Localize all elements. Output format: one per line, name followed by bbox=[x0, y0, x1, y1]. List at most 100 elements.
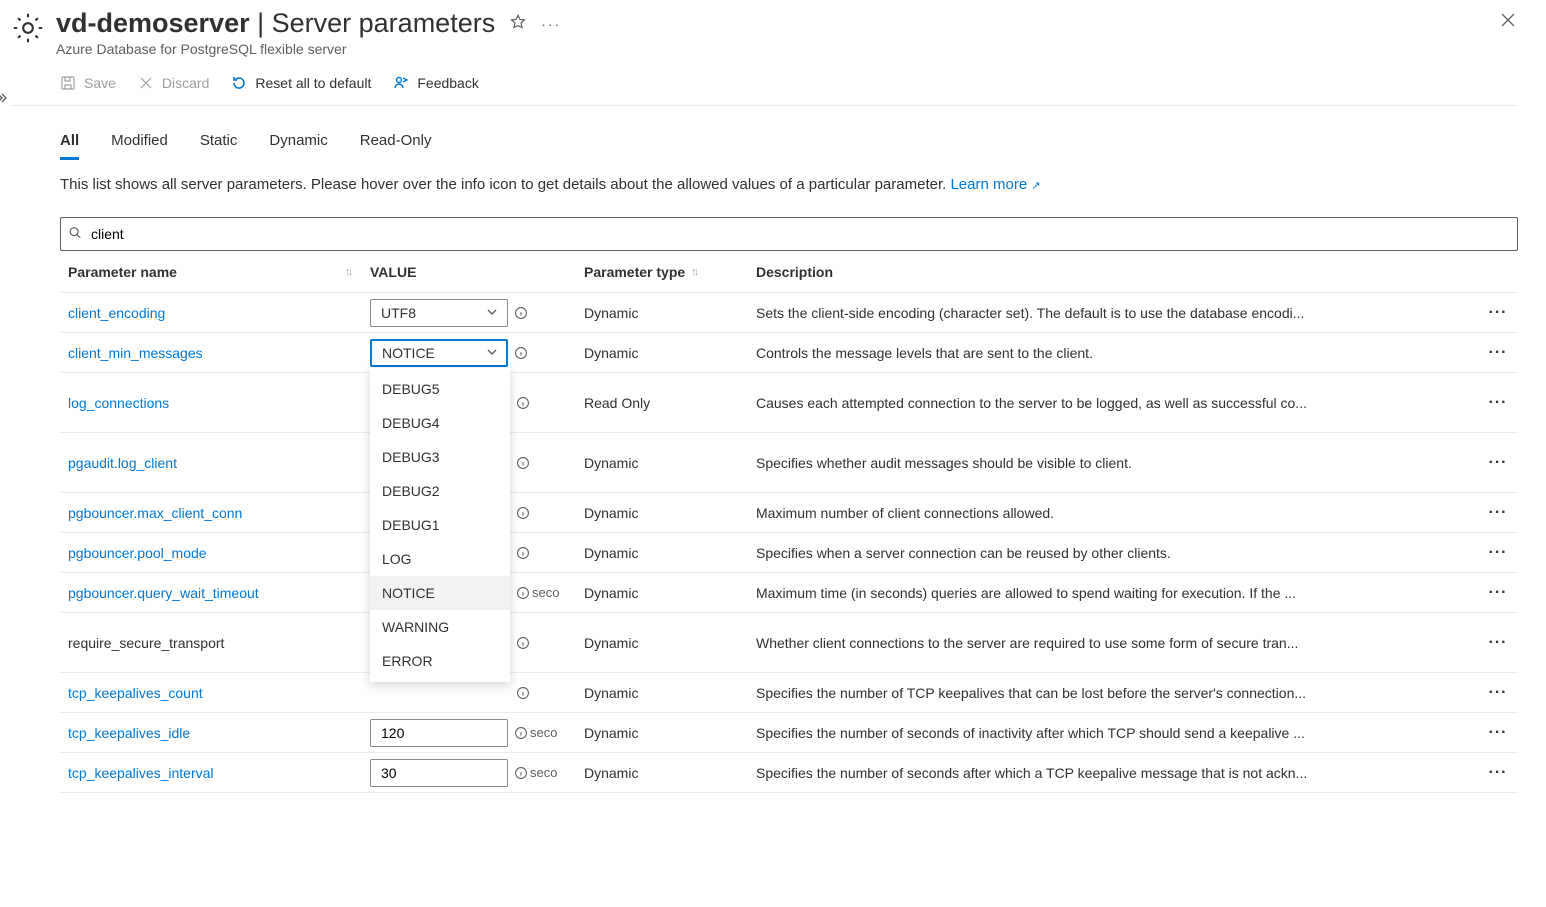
parameter-description: Sets the client-side encoding (character… bbox=[756, 305, 1478, 321]
dropdown-option[interactable]: ERROR bbox=[370, 644, 510, 678]
info-icon[interactable] bbox=[516, 456, 530, 470]
tab-modified[interactable]: Modified bbox=[111, 132, 168, 160]
parameter-description: Causes each attempted connection to the … bbox=[756, 395, 1478, 411]
row-more-icon[interactable]: ··· bbox=[1478, 684, 1518, 702]
parameter-name-link[interactable]: client_encoding bbox=[60, 295, 370, 331]
dropdown-option[interactable]: DEBUG1 bbox=[370, 508, 510, 542]
value-input[interactable] bbox=[370, 759, 508, 787]
info-icon[interactable]: seco bbox=[514, 725, 557, 740]
info-icon[interactable] bbox=[514, 306, 528, 320]
sort-icon: ↑↓ bbox=[345, 266, 350, 278]
page-header: vd-demoserver | Server parameters ··· Az… bbox=[10, 0, 1546, 57]
table-row: require_secure_transportDynamicWhether c… bbox=[60, 613, 1518, 673]
info-icon[interactable]: seco bbox=[514, 765, 557, 780]
row-more-icon[interactable]: ··· bbox=[1478, 634, 1518, 652]
info-icon[interactable]: seco bbox=[516, 585, 559, 600]
parameter-type: Dynamic bbox=[584, 345, 756, 361]
table-row: client_encodingUTF8 DynamicSets the clien… bbox=[60, 293, 1518, 333]
sort-icon: ↑↓ bbox=[691, 266, 696, 278]
parameter-description: Whether client connections to the server… bbox=[756, 635, 1478, 651]
save-button[interactable]: Save bbox=[60, 75, 116, 91]
row-more-icon[interactable]: ··· bbox=[1478, 764, 1518, 782]
parameter-name-link[interactable]: pgbouncer.query_wait_timeout bbox=[60, 575, 370, 611]
gear-icon bbox=[10, 10, 46, 46]
filter-tabs: All Modified Static Dynamic Read-Only bbox=[10, 106, 1546, 160]
parameter-description: Specifies when a server connection can b… bbox=[756, 545, 1478, 561]
expand-sidebar-icon[interactable] bbox=[0, 92, 8, 107]
parameter-type: Dynamic bbox=[584, 305, 756, 321]
discard-button[interactable]: Discard bbox=[138, 75, 209, 91]
table-row: pgbouncer.max_client_connDynamicMaximum … bbox=[60, 493, 1518, 533]
info-icon[interactable] bbox=[516, 396, 530, 410]
row-more-icon[interactable]: ··· bbox=[1478, 344, 1518, 362]
value-dropdown[interactable]: NOTICE bbox=[370, 339, 508, 367]
more-actions-icon[interactable]: ··· bbox=[541, 16, 561, 32]
dropdown-option[interactable]: DEBUG3 bbox=[370, 440, 510, 474]
tab-read-only[interactable]: Read-Only bbox=[360, 132, 432, 160]
info-icon[interactable] bbox=[516, 546, 530, 560]
parameter-name-link[interactable]: pgbouncer.max_client_conn bbox=[60, 495, 370, 531]
row-more-icon[interactable]: ··· bbox=[1478, 394, 1518, 412]
row-more-icon[interactable]: ··· bbox=[1478, 584, 1518, 602]
parameter-name-link[interactable]: tcp_keepalives_count bbox=[60, 675, 370, 711]
parameter-description: Maximum number of client connections all… bbox=[756, 505, 1478, 521]
parameter-name-link[interactable]: pgaudit.log_client bbox=[60, 445, 370, 481]
parameter-description: Specifies whether audit messages should … bbox=[756, 455, 1478, 471]
info-icon[interactable] bbox=[516, 636, 530, 650]
info-icon[interactable] bbox=[516, 686, 530, 700]
dropdown-option[interactable]: DEBUG5 bbox=[370, 372, 510, 406]
command-bar: Save Discard Reset all to default Feedba… bbox=[10, 57, 1518, 106]
parameter-name-link[interactable]: pgbouncer.pool_mode bbox=[60, 535, 370, 571]
unit-label: seco bbox=[530, 765, 557, 780]
value-cell: NOTICEDEBUG5DEBUG4DEBUG3DEBUG2DEBUG1LOGN… bbox=[370, 339, 584, 367]
row-more-icon[interactable]: ··· bbox=[1478, 724, 1518, 742]
row-more-icon[interactable]: ··· bbox=[1478, 544, 1518, 562]
table-row: log_connectionsRead OnlyCauses each atte… bbox=[60, 373, 1518, 433]
row-more-icon[interactable]: ··· bbox=[1478, 504, 1518, 522]
parameter-name-link[interactable]: tcp_keepalives_interval bbox=[60, 755, 370, 791]
search-container bbox=[60, 217, 1518, 251]
favorite-star-icon[interactable] bbox=[509, 13, 527, 34]
reset-all-button[interactable]: Reset all to default bbox=[231, 75, 371, 91]
learn-more-link[interactable]: Learn more ↗ bbox=[950, 176, 1040, 193]
parameter-type: Dynamic bbox=[584, 545, 756, 561]
dropdown-option[interactable]: WARNING bbox=[370, 610, 510, 644]
parameter-description: Specifies the number of seconds after wh… bbox=[756, 765, 1478, 781]
tab-dynamic[interactable]: Dynamic bbox=[269, 132, 327, 160]
page-title: vd-demoserver | Server parameters bbox=[56, 8, 495, 39]
table-row: tcp_keepalives_idle seco DynamicSpecifies … bbox=[60, 713, 1518, 753]
parameter-name-link[interactable]: tcp_keepalives_idle bbox=[60, 715, 370, 751]
close-icon[interactable] bbox=[1500, 12, 1516, 33]
parameter-description: Maximum time (in seconds) queries are al… bbox=[756, 585, 1478, 601]
col-parameter-type[interactable]: Parameter type ↑↓ bbox=[584, 264, 756, 280]
value-input[interactable] bbox=[370, 719, 508, 747]
tab-all[interactable]: All bbox=[60, 132, 79, 160]
value-cell: seco bbox=[370, 759, 584, 787]
info-icon[interactable] bbox=[516, 506, 530, 520]
parameter-type: Dynamic bbox=[584, 725, 756, 741]
table-header: Parameter name ↑↓ VALUE Parameter type ↑… bbox=[60, 251, 1518, 293]
feedback-button[interactable]: Feedback bbox=[393, 75, 478, 91]
row-more-icon[interactable]: ··· bbox=[1478, 304, 1518, 322]
parameter-type: Dynamic bbox=[584, 585, 756, 601]
parameter-type: Dynamic bbox=[584, 635, 756, 651]
search-input[interactable] bbox=[60, 217, 1518, 251]
table-row: pgaudit.log_clientDynamicSpecifies wheth… bbox=[60, 433, 1518, 493]
dropdown-option[interactable]: LOG bbox=[370, 542, 510, 576]
dropdown-option[interactable]: DEBUG4 bbox=[370, 406, 510, 440]
col-description: Description bbox=[756, 264, 1478, 280]
parameter-type: Dynamic bbox=[584, 765, 756, 781]
value-dropdown[interactable]: UTF8 bbox=[370, 299, 508, 327]
parameter-name-link[interactable]: client_min_messages bbox=[60, 335, 370, 371]
parameter-name-link[interactable]: log_connections bbox=[60, 385, 370, 421]
value-cell bbox=[370, 686, 584, 700]
resource-type-subtitle: Azure Database for PostgreSQL flexible s… bbox=[56, 41, 1546, 57]
tab-static[interactable]: Static bbox=[200, 132, 238, 160]
parameter-description: Specifies the number of seconds of inact… bbox=[756, 725, 1478, 741]
dropdown-option[interactable]: NOTICE bbox=[370, 576, 510, 610]
parameter-type: Dynamic bbox=[584, 685, 756, 701]
info-icon[interactable] bbox=[514, 346, 528, 360]
col-parameter-name[interactable]: Parameter name ↑↓ bbox=[60, 264, 370, 280]
dropdown-option[interactable]: DEBUG2 bbox=[370, 474, 510, 508]
row-more-icon[interactable]: ··· bbox=[1478, 454, 1518, 472]
